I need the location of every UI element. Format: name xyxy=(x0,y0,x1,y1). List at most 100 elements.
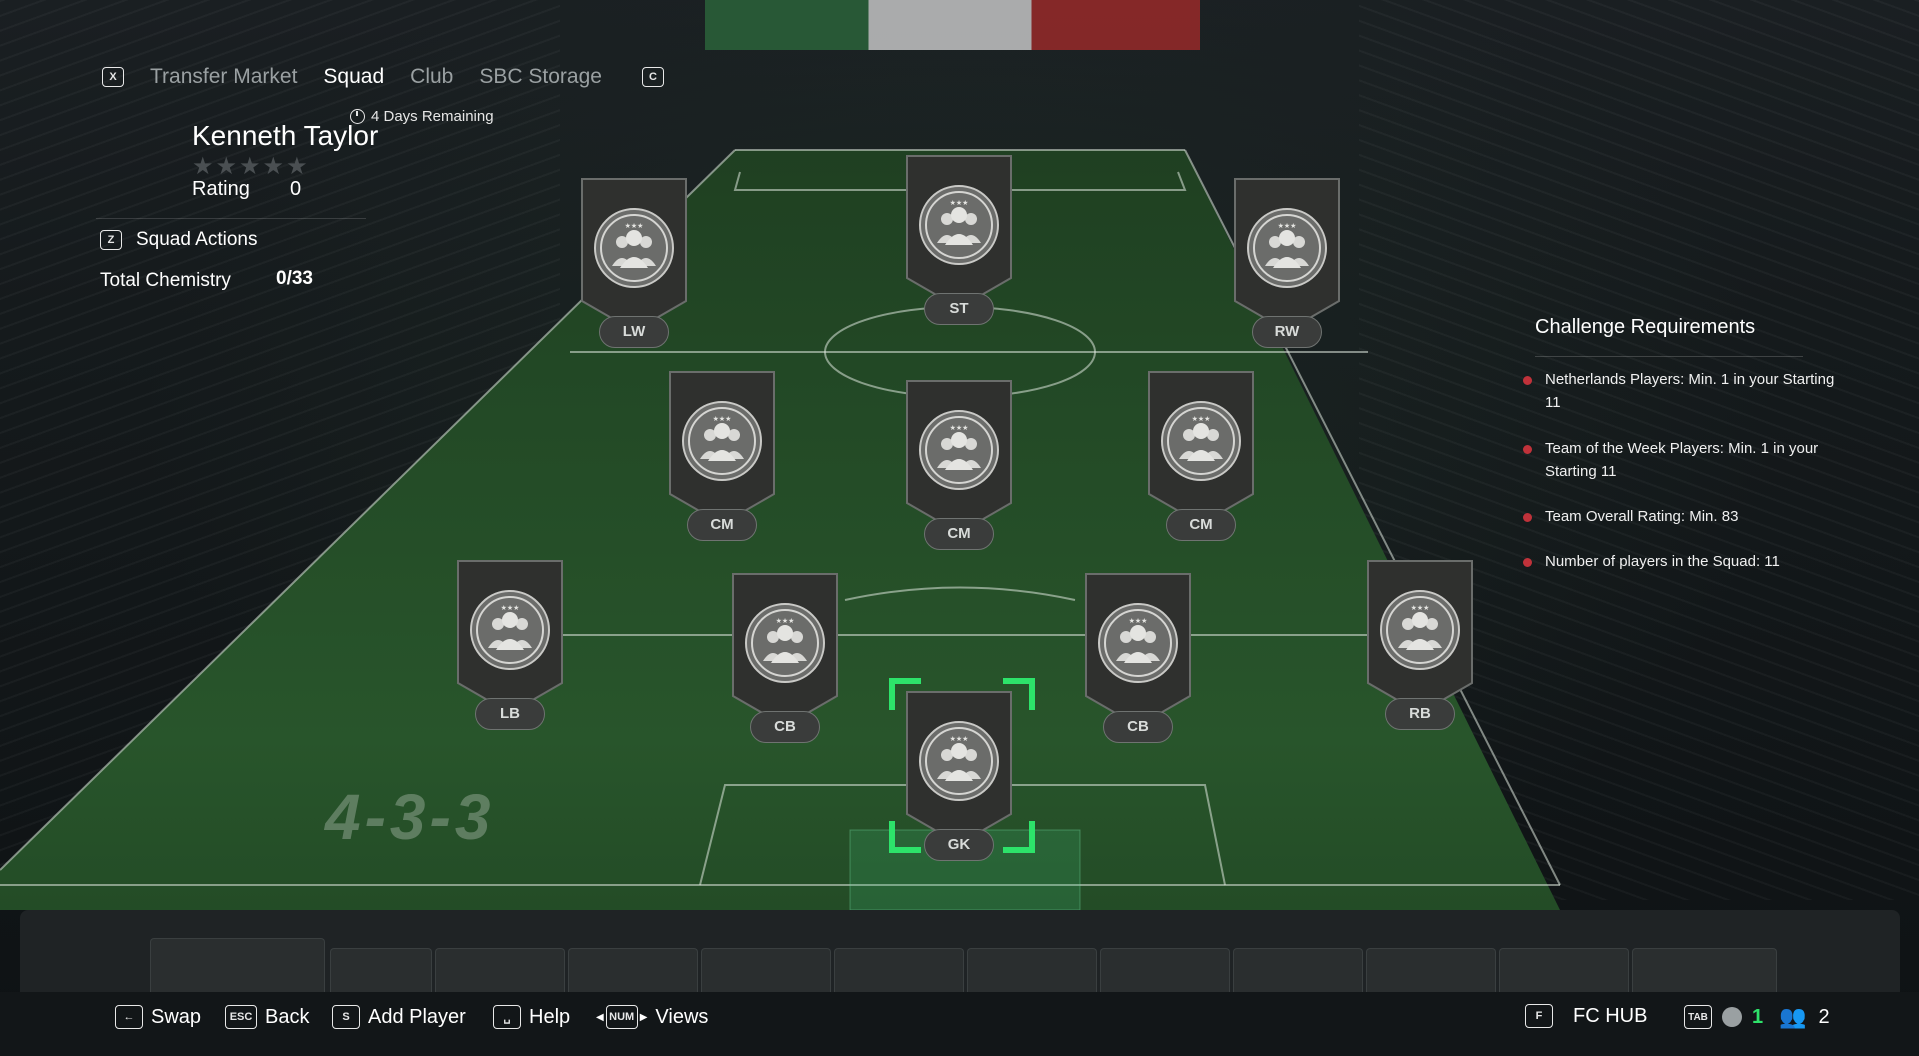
position-label: CM xyxy=(924,518,994,550)
nav-left-key[interactable]: X xyxy=(102,67,124,87)
position-label: ST xyxy=(924,293,994,325)
empty-player-icon: ★★★ xyxy=(594,208,674,288)
player-slot-cm1[interactable]: ★★★ CM xyxy=(666,368,778,541)
player-slot-cm2[interactable]: ★★★ CM xyxy=(903,377,1015,550)
chevron-left-icon: ◀ xyxy=(596,1011,604,1023)
status-area: TAB 1 👥 2 xyxy=(1684,1004,1830,1030)
requirement-bullet-icon xyxy=(1523,376,1532,385)
notification-icon[interactable] xyxy=(1722,1007,1742,1027)
requirement-item: Netherlands Players: Min. 1 in your Star… xyxy=(1523,368,1845,414)
svg-text:★★★: ★★★ xyxy=(501,604,520,612)
squad-builder-screen: X Transfer Market Squad Club SBC Storage… xyxy=(0,0,1919,1056)
empty-player-icon: ★★★ xyxy=(919,185,999,265)
selection-bracket-icon xyxy=(889,678,921,710)
empty-player-icon: ★★★ xyxy=(1161,401,1241,481)
friends-icon[interactable]: 👥 xyxy=(1779,1004,1806,1030)
position-label: RW xyxy=(1252,316,1322,348)
squad-actions-button[interactable]: Z Squad Actions xyxy=(100,229,257,251)
player-slot-st[interactable]: ★★★ ST xyxy=(903,152,1015,325)
hint-back[interactable]: ESC Back xyxy=(225,1005,309,1029)
requirement-bullet-icon xyxy=(1523,513,1532,522)
squad-actions-label: Squad Actions xyxy=(136,229,258,250)
svg-text:★★★: ★★★ xyxy=(776,617,795,625)
empty-player-icon: ★★★ xyxy=(470,590,550,670)
hint-views[interactable]: ◀ NUM ▶ Views xyxy=(596,1005,708,1029)
tab-sbc-storage[interactable]: SBC Storage xyxy=(479,65,602,89)
squad-name: Kenneth Taylor xyxy=(192,120,379,151)
esc-key: ESC xyxy=(225,1005,257,1029)
total-chemistry-value: 0/33 xyxy=(276,268,313,289)
svg-text:★★★: ★★★ xyxy=(1278,222,1297,230)
player-slot-cm3[interactable]: ★★★ CM xyxy=(1145,368,1257,541)
requirement-item: Team of the Week Players: Min. 1 in your… xyxy=(1523,437,1845,483)
tab-key[interactable]: TAB xyxy=(1684,1005,1712,1029)
hint-add-player[interactable]: S Add Player xyxy=(332,1005,466,1029)
position-label: LW xyxy=(599,316,669,348)
f-key: F xyxy=(1525,1004,1553,1028)
back-arrow-key-icon: ← xyxy=(115,1005,143,1029)
requirement-text: Team of the Week Players: Min. 1 in your… xyxy=(1545,440,1819,480)
spacebar-key-icon: ␣ xyxy=(493,1005,521,1029)
requirement-item: Team Overall Rating: Min. 83 xyxy=(1523,505,1845,528)
requirements-divider xyxy=(1535,356,1803,357)
hint-help[interactable]: ␣ Help xyxy=(493,1005,570,1029)
friends-count: 2 xyxy=(1818,1005,1830,1028)
requirements-title: Challenge Requirements xyxy=(1535,316,1756,338)
selection-bracket-icon xyxy=(889,821,921,853)
hint-back-label: Back xyxy=(265,1005,310,1028)
hint-swap-label: Swap xyxy=(151,1005,202,1028)
svg-text:★★★: ★★★ xyxy=(713,415,732,423)
hint-swap[interactable]: ← Swap xyxy=(115,1005,201,1029)
svg-text:★★★: ★★★ xyxy=(950,424,969,432)
total-chemistry-label: Total Chemistry xyxy=(100,270,231,291)
position-label: CB xyxy=(1103,711,1173,743)
requirement-bullet-icon xyxy=(1523,445,1532,454)
requirement-text: Team Overall Rating: Min. 83 xyxy=(1545,508,1739,525)
empty-player-icon: ★★★ xyxy=(1380,590,1460,670)
position-label: CM xyxy=(1166,509,1236,541)
nav-right-key[interactable]: C xyxy=(641,67,664,87)
empty-player-icon: ★★★ xyxy=(1247,208,1327,288)
rating-label: Rating xyxy=(192,178,250,200)
position-label: CM xyxy=(687,509,757,541)
player-slot-lb[interactable]: ★★★ LB xyxy=(454,557,566,730)
tab-transfer-market[interactable]: Transfer Market xyxy=(150,65,297,89)
player-slot-cb2[interactable]: ★★★ CB xyxy=(1082,570,1194,743)
svg-text:★★★: ★★★ xyxy=(950,199,969,207)
player-slot-rw[interactable]: ★★★ RW xyxy=(1231,175,1343,348)
tab-club[interactable]: Club xyxy=(410,65,453,89)
player-slot-lw[interactable]: ★★★ LW xyxy=(578,175,690,348)
requirement-text: Netherlands Players: Min. 1 in your Star… xyxy=(1545,371,1835,411)
player-slot-cb1[interactable]: ★★★ CB xyxy=(729,570,841,743)
svg-text:★★★: ★★★ xyxy=(1129,617,1148,625)
position-label: LB xyxy=(475,698,545,730)
notification-count: 1 xyxy=(1752,1005,1764,1028)
svg-text:★★★: ★★★ xyxy=(1192,415,1211,423)
chevron-right-icon: ▶ xyxy=(639,1011,648,1023)
requirement-text: Number of players in the Squad: 11 xyxy=(1545,553,1780,570)
player-slot-rb[interactable]: ★★★ RB xyxy=(1364,557,1476,730)
hint-add-player-label: Add Player xyxy=(368,1005,466,1028)
s-key: S xyxy=(332,1005,360,1029)
empty-player-icon: ★★★ xyxy=(682,401,762,481)
star-rating: ★★★★★ xyxy=(192,153,310,180)
hint-help-label: Help xyxy=(529,1005,571,1028)
info-divider xyxy=(96,218,366,219)
svg-text:★★★: ★★★ xyxy=(625,222,644,230)
svg-text:★★★: ★★★ xyxy=(1411,604,1430,612)
position-label: CB xyxy=(750,711,820,743)
tab-squad[interactable]: Squad xyxy=(323,65,384,89)
formation-label: 4-3-3 xyxy=(325,781,495,853)
position-label: RB xyxy=(1385,698,1455,730)
requirement-item: Number of players in the Squad: 11 xyxy=(1523,550,1845,573)
svg-text:★★★: ★★★ xyxy=(950,735,969,743)
empty-player-icon: ★★★ xyxy=(919,410,999,490)
selection-bracket-icon xyxy=(1003,821,1035,853)
time-remaining-label: 4 Days Remaining xyxy=(371,108,494,125)
num-key: NUM xyxy=(605,1005,638,1029)
squad-actions-key: Z xyxy=(100,230,122,250)
fc-hub-button[interactable]: F FC HUB xyxy=(1525,1004,1647,1028)
empty-player-icon: ★★★ xyxy=(919,721,999,801)
rating-value: 0 xyxy=(290,178,302,200)
hint-views-label: Views xyxy=(655,1005,709,1028)
